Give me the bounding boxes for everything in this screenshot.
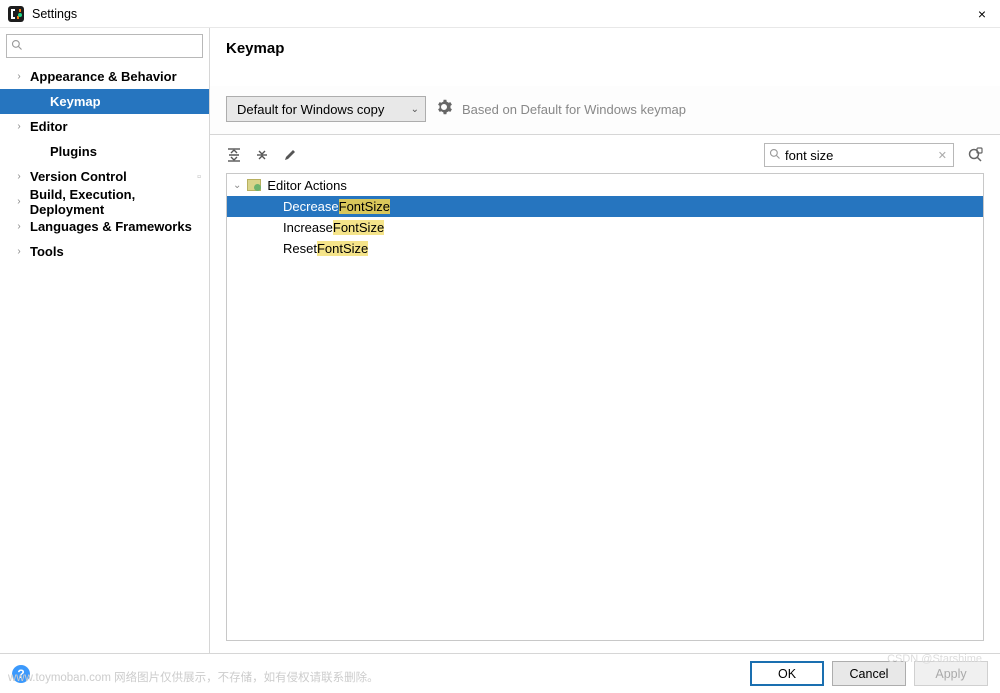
highlight: Font bbox=[333, 220, 359, 235]
actions-toolbar: ✕ bbox=[210, 135, 1000, 173]
action-text-pre: Reset bbox=[283, 241, 317, 256]
chevron-right-icon: › bbox=[14, 171, 24, 182]
highlight: Font bbox=[317, 241, 343, 256]
app-icon bbox=[8, 6, 24, 22]
chevron-right-icon: › bbox=[14, 121, 24, 132]
titlebar: Settings × bbox=[0, 0, 1000, 28]
tree-item-plugins[interactable]: › Plugins bbox=[0, 139, 209, 164]
clear-icon[interactable]: ✕ bbox=[936, 149, 949, 162]
search-icon bbox=[769, 148, 781, 163]
sidebar: › Appearance & Behavior › Keymap › Edito… bbox=[0, 28, 210, 653]
tree-label: Editor bbox=[30, 119, 68, 134]
close-icon[interactable]: × bbox=[972, 6, 992, 22]
apply-button: Apply bbox=[914, 661, 988, 686]
ok-button[interactable]: OK bbox=[750, 661, 824, 686]
sidebar-search-input[interactable] bbox=[25, 39, 198, 53]
button-bar: ? OK Cancel Apply bbox=[0, 653, 1000, 693]
highlight: Size bbox=[365, 199, 390, 214]
chevron-right-icon: › bbox=[14, 196, 24, 207]
highlight: Size bbox=[359, 220, 384, 235]
actions-search[interactable]: ✕ bbox=[764, 143, 954, 167]
action-text-pre: Increase bbox=[283, 220, 333, 235]
action-row-decrease-font-size[interactable]: Decrease Font Size bbox=[227, 196, 983, 217]
tree-item-editor[interactable]: › Editor bbox=[0, 114, 209, 139]
keymap-scheme-value: Default for Windows copy bbox=[237, 102, 384, 117]
tree-label: Version Control bbox=[30, 169, 127, 184]
tree-item-tools[interactable]: › Tools bbox=[0, 239, 209, 264]
highlight: Font bbox=[339, 199, 365, 214]
folder-icon bbox=[247, 179, 261, 191]
window-title: Settings bbox=[32, 7, 972, 21]
chevron-down-icon: ⌄ bbox=[411, 104, 419, 115]
tree-item-keymap[interactable]: › Keymap bbox=[0, 89, 209, 114]
based-on-label: Based on Default for Windows keymap bbox=[462, 102, 686, 117]
page-title: Keymap bbox=[226, 40, 984, 57]
collapse-all-icon[interactable] bbox=[254, 147, 270, 163]
main-header: Keymap bbox=[210, 28, 1000, 86]
chevron-right-icon: › bbox=[14, 71, 24, 82]
actions-search-input[interactable] bbox=[785, 148, 936, 163]
expand-all-icon[interactable] bbox=[226, 147, 242, 163]
search-icon bbox=[11, 39, 23, 54]
action-group[interactable]: ⌄ Editor Actions bbox=[227, 174, 983, 196]
action-text-pre: Decrease bbox=[283, 199, 339, 214]
tree-item-version-control[interactable]: › Version Control ▫ bbox=[0, 164, 209, 189]
actions-tree[interactable]: ⌄ Editor Actions Decrease Font Size Incr… bbox=[226, 173, 984, 641]
cancel-button[interactable]: Cancel bbox=[832, 661, 906, 686]
highlight: Size bbox=[343, 241, 368, 256]
chevron-down-icon: ⌄ bbox=[233, 180, 241, 191]
content: › Appearance & Behavior › Keymap › Edito… bbox=[0, 28, 1000, 653]
edit-icon[interactable] bbox=[282, 147, 298, 163]
tree-item-build[interactable]: › Build, Execution, Deployment bbox=[0, 189, 209, 214]
tree-item-appearance[interactable]: › Appearance & Behavior bbox=[0, 64, 209, 89]
tree-item-languages[interactable]: › Languages & Frameworks bbox=[0, 214, 209, 239]
keymap-bar: Default for Windows copy ⌄ Based on Defa… bbox=[210, 86, 1000, 135]
chevron-right-icon: › bbox=[14, 221, 24, 232]
find-by-shortcut-icon[interactable] bbox=[966, 146, 984, 164]
tree-label: Build, Execution, Deployment bbox=[30, 187, 209, 217]
gear-icon[interactable] bbox=[436, 99, 452, 119]
tree-label: Languages & Frameworks bbox=[30, 219, 192, 234]
chevron-right-icon: › bbox=[14, 246, 24, 257]
tree-label: Appearance & Behavior bbox=[30, 69, 177, 84]
tree-label: Plugins bbox=[50, 144, 97, 159]
group-label: Editor Actions bbox=[267, 178, 347, 193]
settings-tree: › Appearance & Behavior › Keymap › Edito… bbox=[0, 62, 209, 653]
action-row-reset-font-size[interactable]: Reset Font Size bbox=[227, 238, 983, 259]
main-panel: Keymap Default for Windows copy ⌄ Based … bbox=[210, 28, 1000, 653]
tree-label: Keymap bbox=[50, 94, 101, 109]
scope-icon: ▫ bbox=[197, 171, 201, 183]
sidebar-search[interactable] bbox=[6, 34, 203, 58]
tree-label: Tools bbox=[30, 244, 64, 259]
action-row-increase-font-size[interactable]: Increase Font Size bbox=[227, 217, 983, 238]
keymap-scheme-select[interactable]: Default for Windows copy ⌄ bbox=[226, 96, 426, 122]
help-icon[interactable]: ? bbox=[12, 665, 30, 683]
